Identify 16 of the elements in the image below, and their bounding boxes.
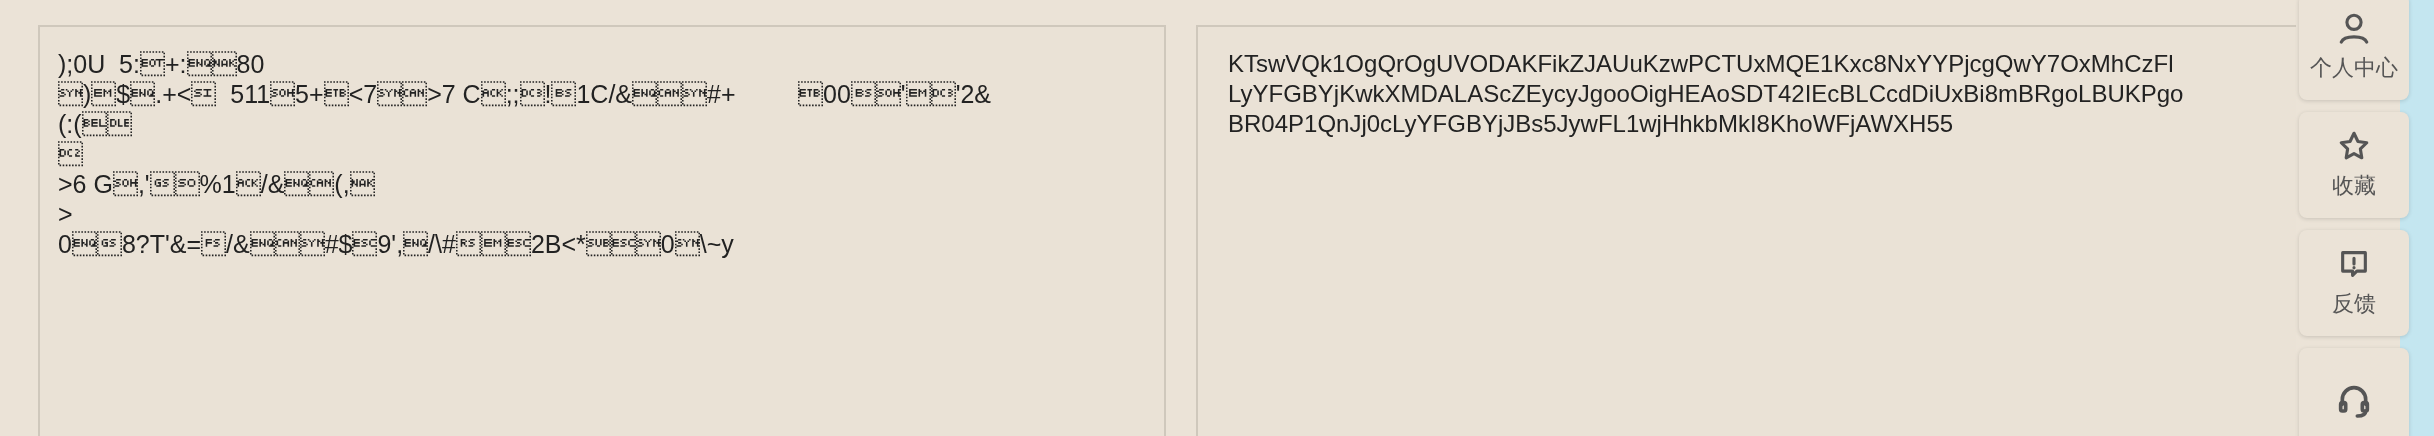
text-line: > xyxy=(58,199,73,229)
input-field[interactable]: );0U 5:+:80 )$.+< 5115+<7>7 C;;!1C/&#+ 00''2& (:(  >6 G,' %1/&(, > 0 8?T'&= /&#$9',/\# 2B<*0\~y xyxy=(38,25,1166,436)
text-line: (:( xyxy=(58,109,132,139)
text-line:  xyxy=(58,139,83,169)
text-line: KTswVQk1OgQrOgUVODAKFikZJAUuKzwPCTUxMQE1Kxc8NxYYPjcgQwY7OxMhCzFl xyxy=(1228,49,2174,79)
sidebar-button[interactable] xyxy=(2299,348,2409,436)
sidebar-button[interactable]: 个人中心 xyxy=(2299,0,2409,100)
text-line: )$.+< 5115+<7>7 C;;!1C/&#+ 00''2& xyxy=(58,79,991,109)
sidebar-button[interactable]: 收藏 xyxy=(2299,112,2409,218)
text-line: 0 8?T'&= /&#$9',/\# 2B<*0\~y xyxy=(58,229,734,259)
text-line: >6 G,' %1/&(, xyxy=(58,169,375,199)
text-line: BR04P1QnJj0cLyYFGBYjJBs5JywFL1wjHhkbMkI8KhoWFjAWXH55 xyxy=(1228,109,1954,139)
text-line: );0U 5:+:80 xyxy=(58,49,265,79)
sidebar-button[interactable]: 反馈 xyxy=(2299,230,2409,336)
output-field[interactable]: KTswVQk1OgQrOgUVODAKFikZJAUuKzwPCTUxMQE1Kxc8NxYYPjcgQwY7OxMhCzFl LyYFGBYjKwkXMDALAScZEycyJgooOigHEAoSDT42IEcBLCcdDiUxBi8mBRgoLBUKPgo BR04P1QnJj0cLyYFGBYjJBs5JywFL1wjHhkbMkI8KhoWFjAWXH55 xyxy=(1196,25,2296,436)
text-line: LyYFGBYjKwkXMDALAScZEycyJgooOigHEAoSDT42IEcBLCcdDiUxBi8mBRgoLBUKPgo xyxy=(1228,79,2184,109)
